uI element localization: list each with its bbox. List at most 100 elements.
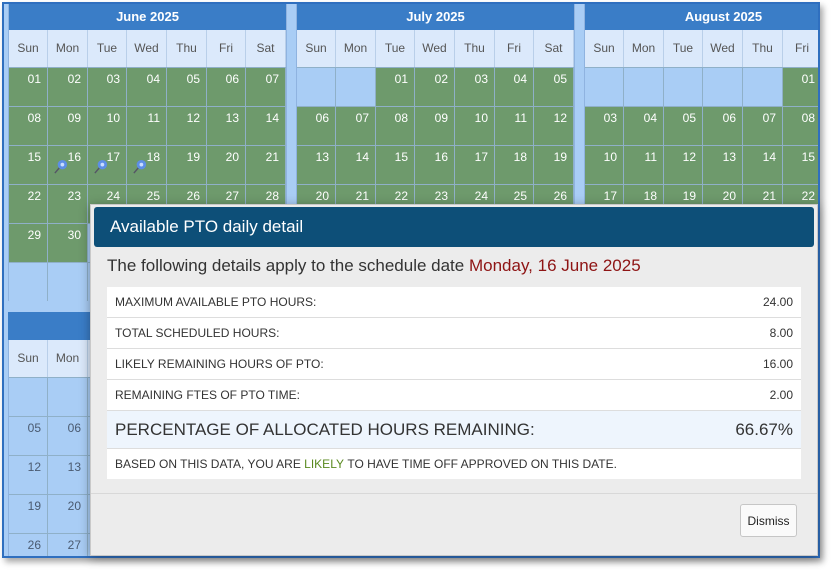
- calendar-day[interactable]: 22: [9, 185, 48, 223]
- weekday-label: Fri: [783, 30, 818, 67]
- detail-row: LIKELY REMAINING HOURS OF PTO: 16.00: [107, 349, 801, 380]
- weekday-label: Tue: [88, 30, 127, 67]
- calendar-day[interactable]: 29: [9, 224, 48, 262]
- calendar-day[interactable]: 04: [624, 107, 664, 145]
- calendar-day[interactable]: 03: [88, 68, 127, 106]
- calendar-day[interactable]: 03: [455, 68, 495, 106]
- approval-note: BASED ON THIS DATA, YOU ARE LIKELY TO HA…: [107, 449, 801, 479]
- calendar-day-empty: [48, 263, 88, 301]
- month-title: June 2025: [9, 4, 286, 30]
- calendar-day[interactable]: 27: [48, 534, 88, 556]
- calendar-day[interactable]: 10: [88, 107, 127, 145]
- pto-request-icon[interactable]: [53, 159, 68, 174]
- weekday-label: Fri: [495, 30, 534, 67]
- calendar-day[interactable]: 13: [297, 146, 336, 184]
- calendar-day[interactable]: 14: [246, 107, 286, 145]
- calendar-day[interactable]: 26: [9, 534, 48, 556]
- calendar-day[interactable]: 04: [127, 68, 167, 106]
- calendar-day[interactable]: 15: [783, 146, 818, 184]
- calendar-day[interactable]: 13: [703, 146, 743, 184]
- weekday-label: Tue: [376, 30, 415, 67]
- calendar-day[interactable]: 12: [9, 456, 48, 494]
- calendar-day-empty: [297, 68, 336, 106]
- calendar-day[interactable]: 11: [624, 146, 664, 184]
- calendar-day[interactable]: 09: [415, 107, 455, 145]
- week-row: 15 16 17 18 19 20 21: [9, 145, 286, 184]
- calendar-day[interactable]: 23: [48, 185, 88, 223]
- calendar-day[interactable]: 04: [495, 68, 534, 106]
- weekday-label: Fri: [207, 30, 246, 67]
- calendar-day[interactable]: 14: [743, 146, 783, 184]
- calendar-day[interactable]: 30: [48, 224, 88, 262]
- weekday-label: Wed: [415, 30, 455, 67]
- calendar-day[interactable]: 16: [48, 146, 88, 184]
- calendar-day[interactable]: 09: [48, 107, 88, 145]
- detail-label: TOTAL SCHEDULED HOURS:: [115, 326, 280, 340]
- pto-request-icon[interactable]: [132, 159, 147, 174]
- calendar-day[interactable]: 06: [48, 417, 88, 455]
- calendar-day-empty: [664, 68, 703, 106]
- calendar-day[interactable]: 18: [495, 146, 534, 184]
- dismiss-button[interactable]: Dismiss: [740, 504, 797, 537]
- calendar-day[interactable]: 01: [783, 68, 818, 106]
- calendar-day[interactable]: 02: [415, 68, 455, 106]
- calendar-day[interactable]: 08: [9, 107, 48, 145]
- calendar-day[interactable]: 06: [297, 107, 336, 145]
- calendar-day[interactable]: 12: [167, 107, 207, 145]
- weekday-label: Mon: [624, 30, 664, 67]
- schedule-date: Monday, 16 June 2025: [468, 256, 641, 275]
- calendar-day[interactable]: 10: [455, 107, 495, 145]
- calendar-day[interactable]: 19: [167, 146, 207, 184]
- calendar-day[interactable]: 06: [703, 107, 743, 145]
- detail-label: LIKELY REMAINING HOURS OF PTO:: [115, 357, 324, 371]
- week-row: 06 07 08 09 10 11 12: [297, 106, 574, 145]
- calendar-day[interactable]: 01: [376, 68, 415, 106]
- weekday-label: Sun: [585, 30, 624, 67]
- calendar-day[interactable]: 13: [207, 107, 246, 145]
- calendar-day[interactable]: 15: [9, 146, 48, 184]
- calendar-day[interactable]: 21: [246, 146, 286, 184]
- detail-value: 16.00: [762, 357, 793, 371]
- calendar-day[interactable]: 05: [9, 417, 48, 455]
- weekday-label: Thu: [167, 30, 207, 67]
- calendar-day[interactable]: 03: [585, 107, 624, 145]
- weekday-label: Sun: [9, 340, 48, 377]
- calendar-day[interactable]: 07: [246, 68, 286, 106]
- calendar-day[interactable]: 05: [664, 107, 703, 145]
- detail-row: REMAINING FTES OF PTO TIME: 2.00: [107, 380, 801, 411]
- pto-request-icon[interactable]: [93, 159, 108, 174]
- week-row: 13 14 15 16 17 18 19: [297, 145, 574, 184]
- calendar-day[interactable]: 15: [376, 146, 415, 184]
- calendar-day[interactable]: 01: [9, 68, 48, 106]
- calendar-day[interactable]: 08: [783, 107, 818, 145]
- calendar-day[interactable]: 19: [9, 495, 48, 533]
- calendar-day[interactable]: 12: [664, 146, 703, 184]
- calendar-day[interactable]: 20: [207, 146, 246, 184]
- calendar-day[interactable]: 19: [534, 146, 574, 184]
- calendar-day[interactable]: 17: [88, 146, 127, 184]
- calendar-day[interactable]: 18: [127, 146, 167, 184]
- calendar-day[interactable]: 08: [376, 107, 415, 145]
- calendar-day-empty: [9, 378, 48, 416]
- percentage-label: PERCENTAGE OF ALLOCATED HOURS REMAINING:: [115, 419, 535, 439]
- pto-detail-table: MAXIMUM AVAILABLE PTO HOURS: 24.00 TOTAL…: [107, 287, 801, 479]
- calendar-day[interactable]: 20: [48, 495, 88, 533]
- calendar-day[interactable]: 10: [585, 146, 624, 184]
- percentage-value: 66.67%: [735, 419, 793, 439]
- calendar-day[interactable]: 06: [207, 68, 246, 106]
- week-row: 01: [585, 67, 818, 106]
- calendar-day[interactable]: 02: [48, 68, 88, 106]
- week-row: 08 09 10 11 12 13 14: [9, 106, 286, 145]
- calendar-day[interactable]: 14: [336, 146, 376, 184]
- calendar-day[interactable]: 07: [743, 107, 783, 145]
- calendar-day[interactable]: 11: [127, 107, 167, 145]
- detail-value: 8.00: [769, 326, 793, 340]
- calendar-day[interactable]: 13: [48, 456, 88, 494]
- calendar-day[interactable]: 05: [167, 68, 207, 106]
- calendar-day[interactable]: 11: [495, 107, 534, 145]
- calendar-day[interactable]: 17: [455, 146, 495, 184]
- calendar-day[interactable]: 16: [415, 146, 455, 184]
- calendar-day[interactable]: 07: [336, 107, 376, 145]
- calendar-day[interactable]: 12: [534, 107, 574, 145]
- calendar-day[interactable]: 05: [534, 68, 574, 106]
